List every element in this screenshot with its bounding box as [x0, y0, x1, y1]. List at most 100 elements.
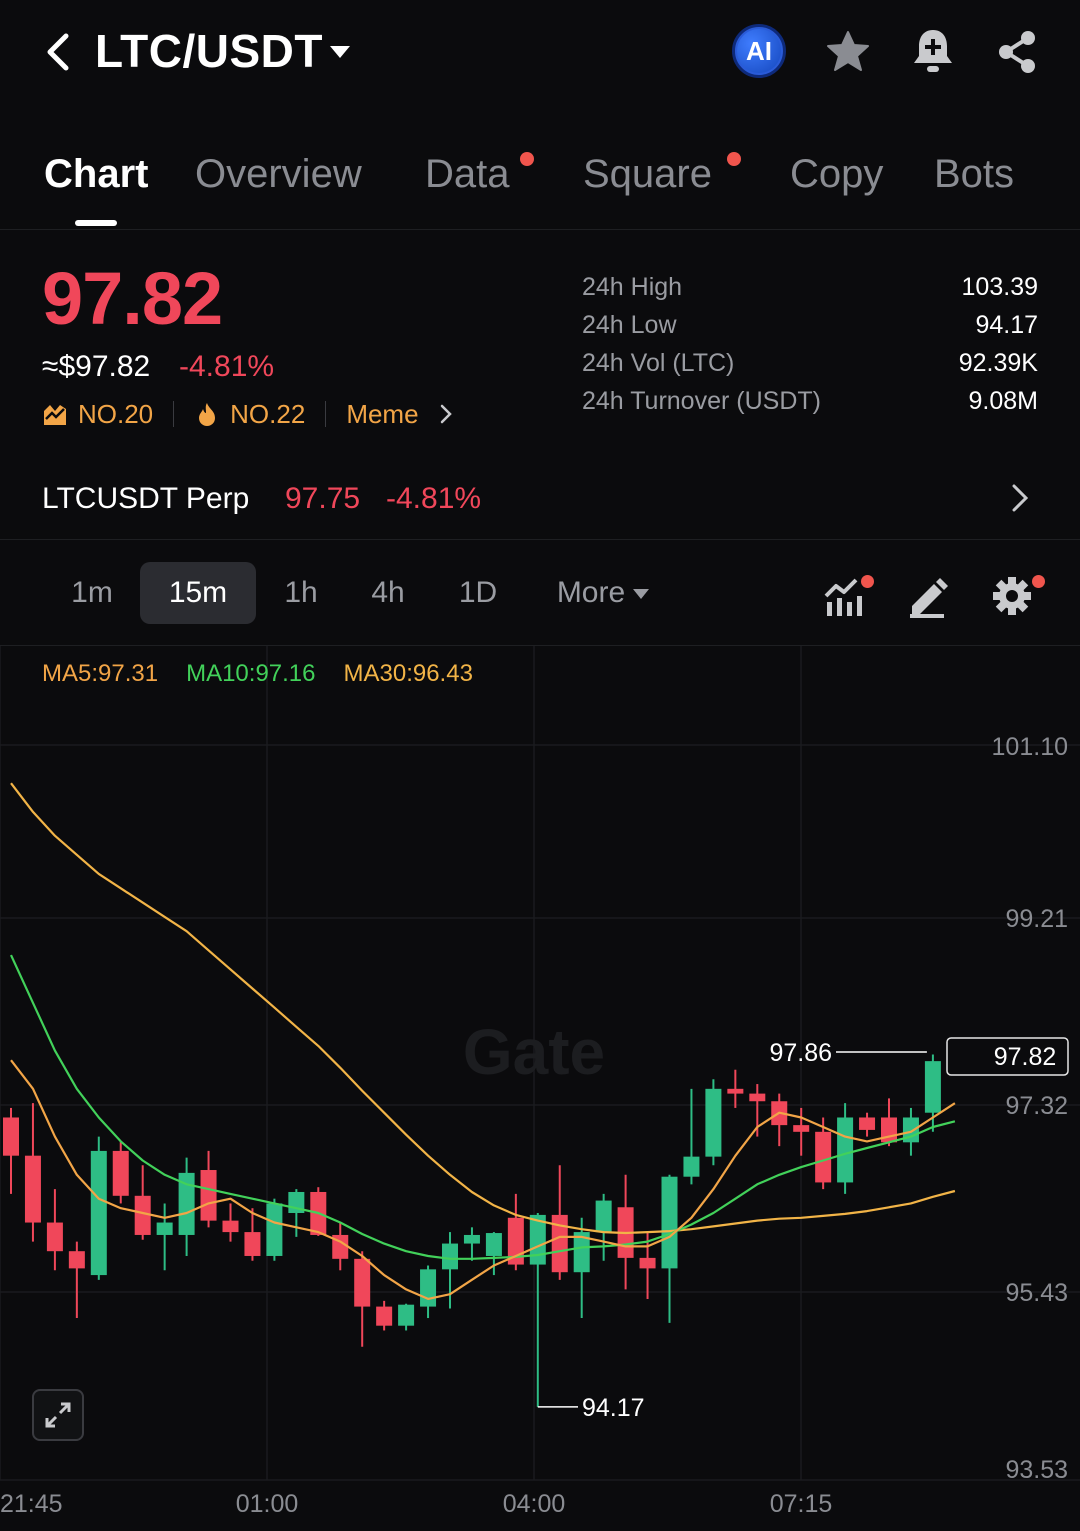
interval-more[interactable]: More: [540, 562, 666, 624]
interval-1d[interactable]: 1D: [440, 562, 516, 624]
ma5-value: MA5:97.31: [42, 660, 159, 687]
interval-4h[interactable]: 4h: [350, 562, 426, 624]
stat-24h-low: 24h Low 94.17: [582, 306, 1038, 344]
caret-down-icon[interactable]: [328, 44, 352, 60]
stat-value: 9.08M: [968, 386, 1038, 415]
stat-label: 24h High: [582, 272, 683, 301]
sector-meme-label: Meme: [346, 398, 419, 429]
pair-title[interactable]: LTC/USDT: [95, 24, 323, 78]
stat-24h-high: 24h High 103.39: [582, 268, 1038, 306]
stat-value: 103.39: [961, 272, 1038, 301]
ai-assistant-button[interactable]: AI: [732, 24, 786, 78]
candle-body-up: [924, 1061, 941, 1113]
tab-square[interactable]: Square: [583, 152, 712, 197]
active-tab-indicator: [75, 220, 117, 226]
candle-body-down: [793, 1125, 810, 1132]
rank-hot[interactable]: NO.22: [194, 399, 305, 430]
candle-body-down: [134, 1195, 151, 1235]
draw-pencil-icon[interactable]: [906, 574, 954, 618]
x-axis-tick-label: 04:00: [503, 1490, 566, 1518]
candle-body-up: [661, 1176, 678, 1269]
trending-chart-icon: [44, 405, 66, 425]
stats-panel: 24h High 103.39 24h Low 94.17 24h Vol (L…: [582, 268, 1038, 420]
back-icon[interactable]: [40, 30, 80, 74]
star-icon[interactable]: [824, 28, 872, 76]
ma30-value: MA30:96.43: [343, 660, 473, 687]
rank-gainers-label: NO.20: [78, 398, 154, 429]
rank-gainers[interactable]: NO.20: [42, 399, 153, 430]
candle-body-down: [112, 1150, 129, 1196]
candle-body-up: [485, 1233, 502, 1256]
share-icon[interactable]: [994, 28, 1040, 76]
candle-body-down: [24, 1155, 41, 1223]
rank-divider: [173, 401, 175, 427]
y-axis-tick-label: 99.21: [1005, 905, 1068, 933]
last-price: 97.82: [42, 257, 223, 340]
candle-body-down: [639, 1257, 656, 1269]
settings-notification-dot: [1032, 575, 1045, 588]
x-axis-tick-label: 01:00: [236, 1490, 299, 1518]
tab-copy[interactable]: Copy: [790, 152, 883, 197]
ma-legend: MA5:97.31 MA10:97.16 MA30:96.43: [42, 660, 473, 688]
bell-plus-icon[interactable]: [910, 26, 956, 76]
candle-body-down: [244, 1232, 261, 1256]
perp-change: -4.81%: [386, 482, 482, 515]
interval-bar: 1m 15m 1h 4h 1D More: [0, 540, 1080, 646]
stat-label: 24h Low: [582, 310, 677, 339]
tab-chart[interactable]: Chart: [44, 152, 148, 197]
interval-1h[interactable]: 1h: [266, 562, 336, 624]
stat-value: 92.39K: [958, 348, 1038, 377]
main-tabs: Chart Overview Data Square Copy Bots: [0, 140, 1080, 230]
candle-body-up: [266, 1203, 283, 1256]
tab-bots[interactable]: Bots: [934, 152, 1014, 197]
y-axis-tick-label: 101.10: [992, 733, 1068, 761]
fiat-price: ≈$97.82: [42, 350, 151, 383]
candle-body-up: [420, 1269, 437, 1307]
ma10-value: MA10:97.16: [186, 660, 316, 687]
rank-row: NO.20 NO.22 Meme: [42, 396, 455, 432]
stat-24h-turnover: 24h Turnover (USDT) 9.08M: [582, 382, 1038, 420]
low-marker-label: 94.17: [582, 1394, 645, 1422]
candle-body-down: [376, 1306, 393, 1326]
interval-more-label: More: [556, 576, 626, 609]
candle-body-up: [705, 1088, 722, 1157]
candle-body-down: [46, 1222, 63, 1252]
candle-body-up: [398, 1304, 415, 1326]
stat-value: 94.17: [975, 310, 1038, 339]
settings-gear-icon[interactable]: [988, 574, 1036, 618]
ma5-line: [10, 1059, 956, 1301]
ai-label: AI: [746, 35, 772, 66]
interval-1m[interactable]: 1m: [54, 562, 130, 624]
top-bar: LTC/USDT AI: [0, 0, 1080, 110]
candle-body-down: [859, 1117, 876, 1130]
ma10-line: [10, 954, 956, 1260]
perp-name: LTCUSDT Perp: [42, 482, 250, 515]
fullscreen-button[interactable]: [32, 1389, 84, 1441]
stat-24h-volume: 24h Vol (LTC) 92.39K: [582, 344, 1038, 382]
tab-square-notification-dot: [727, 152, 741, 166]
rank-hot-label: NO.22: [230, 398, 306, 429]
candle-body-up: [837, 1117, 854, 1183]
tab-overview[interactable]: Overview: [195, 152, 362, 197]
y-axis-tick-label: 97.32: [1005, 1092, 1068, 1120]
candlestick-chart[interactable]: Gate 101.10 99.21 97.32 95.43 93.53 21:45 01:00…: [0, 646, 1080, 1531]
sector-meme[interactable]: Meme: [346, 399, 454, 430]
chevron-right-icon[interactable]: [1008, 480, 1032, 516]
candle-body-down: [200, 1170, 217, 1221]
candle-body-down: [222, 1220, 239, 1233]
tab-data[interactable]: Data: [425, 152, 510, 197]
candle-body-down: [3, 1117, 19, 1156]
candle-body-up: [683, 1156, 700, 1177]
price-change-percent: -4.81%: [179, 350, 275, 383]
interval-15m[interactable]: 15m: [140, 562, 256, 624]
candle-body-up: [442, 1243, 458, 1270]
candle-body-up: [156, 1222, 173, 1235]
watermark-logo: Gate: [463, 1016, 605, 1088]
tab-data-notification-dot: [520, 152, 534, 166]
candle-body-up: [90, 1150, 107, 1276]
x-axis-tick-label: 07:15: [770, 1490, 833, 1518]
y-axis-tick-label: 95.43: [1005, 1279, 1068, 1307]
stat-label: 24h Vol (LTC): [582, 348, 735, 377]
y-axis-tick-label: 93.53: [1005, 1456, 1068, 1484]
perp-link-row[interactable]: LTCUSDT Perp 97.75 -4.81%: [0, 470, 1080, 540]
